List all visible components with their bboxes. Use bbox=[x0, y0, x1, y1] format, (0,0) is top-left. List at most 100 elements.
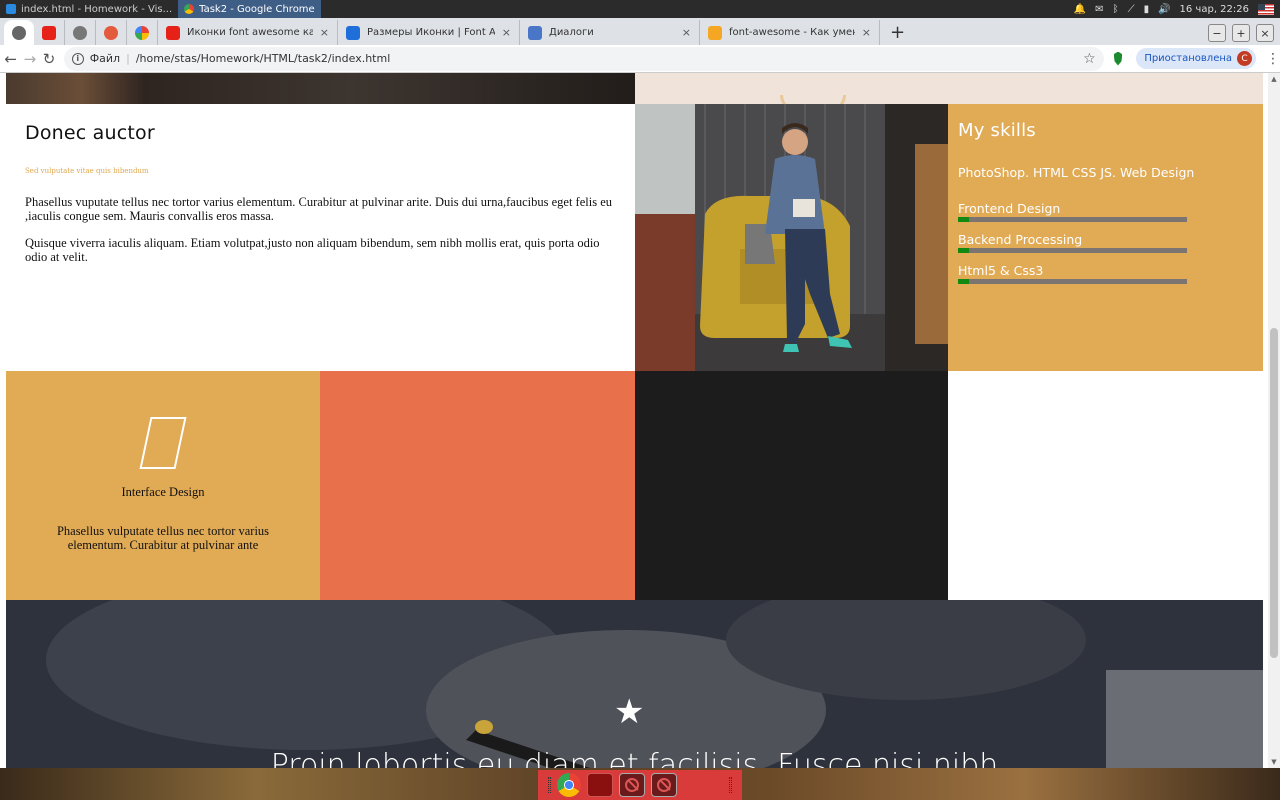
tab-pinned-globe[interactable] bbox=[65, 20, 96, 45]
tab-pinned-f[interactable] bbox=[96, 20, 127, 45]
article-heading: Donec auctor bbox=[25, 122, 155, 144]
flag-bookmark-icon bbox=[346, 25, 360, 40]
taskbar-item-label: index.html - Homework - Vis... bbox=[21, 3, 173, 15]
youtube-icon bbox=[42, 25, 56, 40]
close-icon[interactable]: × bbox=[320, 26, 329, 39]
battery-icon[interactable]: ▮ bbox=[1144, 4, 1150, 15]
blocked-app-icon[interactable] bbox=[651, 773, 677, 797]
tab-font-awesome-shrink[interactable]: font-awesome - Как уменьши × bbox=[700, 20, 880, 45]
star-icon: ★ bbox=[614, 692, 645, 732]
quote-text: Proin lobortis eu diam et facilisis. Fus… bbox=[270, 748, 999, 768]
youtube-icon bbox=[166, 25, 180, 40]
browser-toolbar: ← → ↻ i Файл | /home/stas/Homework/HTML/… bbox=[0, 45, 1280, 73]
minimize-button[interactable]: − bbox=[1208, 24, 1226, 42]
url-separator: | bbox=[126, 52, 130, 65]
no-entry-icon bbox=[657, 778, 671, 792]
laptop-hands-photo bbox=[6, 600, 1263, 768]
taskbar-item-chrome[interactable]: Task2 - Google Chrome bbox=[178, 0, 321, 18]
blocked-app-icon[interactable] bbox=[619, 773, 645, 797]
missing-glyph-icon bbox=[139, 417, 187, 469]
skill-name: Html5 & Css3 bbox=[958, 263, 1044, 278]
f-logo-icon bbox=[104, 25, 118, 40]
scrollbar-thumb[interactable] bbox=[1270, 328, 1278, 658]
chat-icon bbox=[528, 25, 542, 40]
skill-progress-bar bbox=[958, 248, 1187, 253]
google-icon bbox=[135, 25, 149, 40]
top-photo-strip bbox=[6, 73, 635, 104]
close-icon[interactable]: × bbox=[502, 26, 511, 39]
tab-label: font-awesome - Как уменьши bbox=[729, 27, 855, 38]
taskbar-item-label: Task2 - Google Chrome bbox=[199, 3, 315, 15]
tab-label: Диалоги bbox=[549, 27, 594, 38]
maximize-button[interactable]: + bbox=[1232, 24, 1250, 42]
mail-icon[interactable]: ✉ bbox=[1095, 4, 1103, 15]
skill-item: Backend Processing bbox=[958, 233, 1253, 253]
skill-name: Backend Processing bbox=[958, 232, 1083, 247]
close-icon[interactable]: × bbox=[862, 26, 871, 39]
os-top-panel: index.html - Homework - Vis... Task2 - G… bbox=[0, 0, 1280, 18]
game-app-icon[interactable] bbox=[587, 773, 613, 797]
skill-progress-bar bbox=[958, 217, 1187, 222]
us-flag-icon[interactable] bbox=[1258, 3, 1274, 15]
tab-font-awesome-icons[interactable]: Иконки font awesome как под × bbox=[158, 20, 338, 45]
globe-icon bbox=[12, 25, 26, 40]
tab-icon-sizes[interactable]: Размеры Иконки | Font Awes × bbox=[338, 20, 520, 45]
paused-label: Приостановлена bbox=[1144, 53, 1233, 64]
taskbar-item-vscode[interactable]: index.html - Homework - Vis... bbox=[0, 0, 178, 18]
tab-active-task2[interactable] bbox=[4, 20, 34, 45]
page-scrollbar[interactable]: ▲ ▼ bbox=[1268, 73, 1280, 768]
dock-grip[interactable] bbox=[548, 777, 551, 793]
dock bbox=[538, 770, 742, 800]
tab-pinned-google[interactable] bbox=[127, 20, 158, 45]
url-text[interactable]: /home/stas/Homework/HTML/task2/index.htm… bbox=[136, 52, 390, 65]
tab-label: Размеры Иконки | Font Awes bbox=[367, 27, 495, 38]
hero-photo bbox=[635, 104, 948, 371]
tab-pinned-youtube[interactable] bbox=[34, 20, 65, 45]
tab-label: Иконки font awesome как под bbox=[187, 27, 313, 38]
reload-icon[interactable]: ↻ bbox=[40, 47, 57, 71]
avatar: C bbox=[1237, 51, 1253, 66]
service-card-coral bbox=[320, 371, 635, 600]
man-on-chair-photo bbox=[635, 104, 948, 371]
kebab-menu-icon[interactable]: ⋮ bbox=[1266, 51, 1280, 67]
skill-progress-fill bbox=[958, 217, 970, 222]
bluetooth-icon[interactable]: ᛒ bbox=[1113, 4, 1119, 15]
article-block: Donec auctor Sed vulputate vitae quis bi… bbox=[6, 104, 635, 371]
scroll-up-arrow-icon[interactable]: ▲ bbox=[1270, 75, 1278, 83]
window-controls: − + × bbox=[1208, 24, 1280, 45]
volume-icon[interactable]: 🔊 bbox=[1158, 4, 1170, 15]
scroll-down-arrow-icon[interactable]: ▼ bbox=[1270, 758, 1278, 766]
forward-arrow-icon[interactable]: → bbox=[21, 47, 38, 71]
vscode-icon bbox=[6, 4, 16, 14]
quote-section: ★ Proin lobortis eu diam et facilisis. F… bbox=[6, 600, 1263, 768]
bell-icon[interactable]: 🔔 bbox=[1074, 4, 1086, 15]
skills-heading: My skills bbox=[958, 120, 1036, 141]
dock-grip[interactable] bbox=[729, 777, 732, 793]
bookmark-star-icon[interactable]: ☆ bbox=[1083, 51, 1096, 67]
profile-paused-button[interactable]: Приостановлена C bbox=[1136, 48, 1257, 69]
stackoverflow-icon bbox=[708, 25, 722, 40]
skills-list: PhotoShop. HTML CSS JS. Web Design bbox=[958, 165, 1195, 180]
article-paragraph: Phasellus vuputate tellus nec tortor var… bbox=[25, 195, 612, 223]
shield-extension-icon[interactable] bbox=[1113, 51, 1123, 66]
back-arrow-icon[interactable]: ← bbox=[2, 47, 19, 71]
skill-progress-bar bbox=[958, 279, 1187, 284]
clock[interactable]: 16 чар, 22:26 bbox=[1180, 4, 1249, 15]
close-window-button[interactable]: × bbox=[1256, 24, 1274, 42]
service-card-dark bbox=[635, 371, 948, 600]
address-bar[interactable]: i Файл | /home/stas/Homework/HTML/task2/… bbox=[63, 46, 1104, 71]
close-icon[interactable]: × bbox=[682, 26, 691, 39]
skill-progress-fill bbox=[958, 248, 970, 253]
new-tab-button[interactable]: + bbox=[880, 20, 915, 45]
chrome-icon bbox=[184, 4, 195, 14]
network-icon[interactable]: ⟋ bbox=[1128, 4, 1135, 15]
skill-item: Frontend Design bbox=[958, 202, 1253, 222]
service-title: Interface Design bbox=[121, 485, 205, 499]
article-paragraph: Quisque viverra iaculis aliquam. Etiam v… bbox=[25, 236, 600, 264]
skill-name: Frontend Design bbox=[958, 201, 1061, 216]
tab-dialogs[interactable]: Диалоги × bbox=[520, 20, 700, 45]
info-icon[interactable]: i bbox=[71, 52, 84, 65]
chrome-icon[interactable] bbox=[557, 773, 581, 797]
skill-item: Html5 & Css3 bbox=[958, 264, 1253, 284]
url-scheme-label: Файл bbox=[89, 52, 121, 65]
